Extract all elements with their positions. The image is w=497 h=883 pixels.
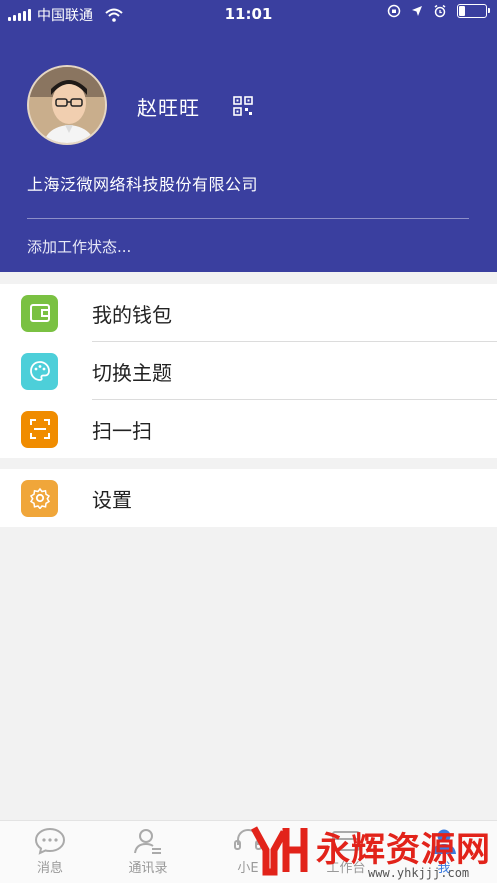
header-divider xyxy=(27,218,469,219)
menu-label-theme: 切换主题 xyxy=(92,360,172,385)
menu-label-scan: 扫一扫 xyxy=(92,418,152,443)
avatar[interactable] xyxy=(27,65,107,145)
tab-label-me: 我 xyxy=(437,861,451,876)
tab-contacts[interactable]: 通讯录 xyxy=(108,827,188,876)
tab-label-messages: 消息 xyxy=(36,861,63,876)
assistant-icon xyxy=(234,828,262,850)
profile-header: 中国联通 11:01 赵旺旺 上海泛微网络科技股份有限公司 添加工作状态... xyxy=(0,0,497,272)
me-icon xyxy=(432,829,456,854)
status-bar: 中国联通 11:01 xyxy=(0,0,497,28)
company-name: 上海泛微网络科技股份有限公司 xyxy=(27,175,259,194)
tab-label-contacts: 通讯录 xyxy=(128,861,168,876)
user-name: 赵旺旺 xyxy=(137,96,200,120)
workbench-icon xyxy=(332,831,360,851)
tab-bar: 消息 通讯录 小E 工作台 我 xyxy=(0,820,497,883)
contacts-icon xyxy=(134,829,161,854)
gear-icon xyxy=(21,479,58,517)
menu-item-theme[interactable]: 切换主题 xyxy=(0,342,497,400)
tab-assistant[interactable]: 小E xyxy=(208,827,288,876)
tab-label-workbench: 工作台 xyxy=(326,861,366,876)
chat-icon xyxy=(34,827,66,855)
palette-icon xyxy=(21,352,58,390)
menu-label-wallet: 我的钱包 xyxy=(92,302,172,327)
scan-icon xyxy=(21,410,58,448)
battery-level xyxy=(459,6,466,16)
tab-messages[interactable]: 消息 xyxy=(10,827,90,876)
orientation-lock-icon xyxy=(387,4,401,18)
menu-item-settings[interactable]: 设置 xyxy=(0,469,497,527)
location-icon xyxy=(412,6,422,16)
menu-item-wallet[interactable]: 我的钱包 xyxy=(0,284,497,342)
alarm-icon xyxy=(434,4,446,18)
menu-label-settings: 设置 xyxy=(92,487,132,512)
menu-item-scan[interactable]: 扫一扫 xyxy=(0,400,497,458)
work-status-input[interactable]: 添加工作状态... xyxy=(27,236,131,257)
tab-label-assistant: 小E xyxy=(237,861,259,876)
battery-icon xyxy=(457,4,490,18)
avatar-photo xyxy=(29,67,105,143)
menu-group-settings: 设置 xyxy=(0,469,497,527)
menu-group-main: 我的钱包 切换主题 扫一扫 xyxy=(0,284,497,458)
tab-workbench[interactable]: 工作台 xyxy=(306,827,386,876)
wallet-icon xyxy=(21,294,58,332)
tab-me[interactable]: 我 xyxy=(404,827,484,876)
qr-code-icon[interactable] xyxy=(233,96,253,116)
